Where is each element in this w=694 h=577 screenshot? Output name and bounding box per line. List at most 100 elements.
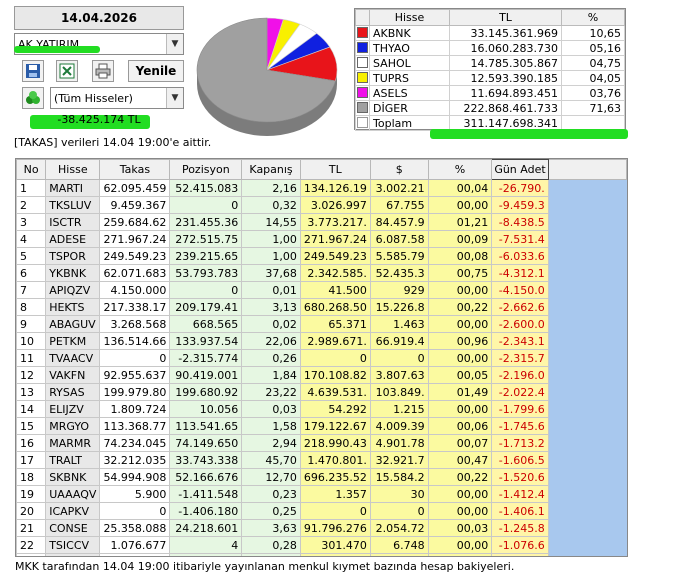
chevron-down-icon[interactable]: ▼: [166, 34, 183, 54]
table-row[interactable]: 20 ICAPKV 0 -1.406.180 0,25 0 0 00,00 -1.406.1: [16, 502, 627, 520]
table-row[interactable]: 19 UAAAQV 5.900 -1.411.548 0,23 1.357 30 00,00-…: [16, 485, 627, 503]
summary-row[interactable]: THYAO 16.060.283.730 05,16: [355, 40, 625, 56]
refresh-button[interactable]: Yenile: [128, 60, 184, 82]
row-kapanis: 14,55: [241, 213, 301, 231]
summary-row[interactable]: TUPRS 12.593.390.185 04,05: [355, 70, 625, 86]
row-hisse: YKBNK: [45, 264, 101, 282]
row-gun-adet: -4.150.0: [491, 281, 549, 299]
row-hisse: ADESE: [45, 230, 101, 248]
save-button[interactable]: [22, 60, 44, 82]
row-gun-adet: -4.312.1: [491, 264, 549, 282]
summary-tl: 14.785.305.867: [449, 55, 562, 71]
table-row[interactable]: 13 RYSAS 199.979.80 199.680.92 23,22 4.639.53…: [16, 383, 627, 401]
row-gun-adet: -2.662.6: [491, 298, 549, 316]
table-row[interactable]: 2 TKSLUV 9.459.367 0 0,32 3.026.997 67.755 00,0…: [16, 196, 627, 214]
summary-pct: 05,16: [561, 40, 625, 56]
table-row[interactable]: 3 ISCTR 259.684.62 231.455.36 14,55 3.773.217…: [16, 213, 627, 231]
row-spacer: [547, 366, 627, 384]
row-pct: 00,00: [427, 485, 493, 503]
grid-header-kapanis[interactable]: Kapanış: [241, 159, 301, 180]
row-kapanis: 3,13: [241, 298, 301, 316]
row-tl: 271.967.24: [299, 230, 371, 248]
summary-row[interactable]: ASELS 11.694.893.451 03,76: [355, 85, 625, 101]
row-tl: 218.990.43: [299, 434, 371, 452]
row-takas: 0: [99, 349, 171, 367]
grid-header-takas[interactable]: Takas: [99, 159, 171, 180]
grid-header-usd[interactable]: $: [369, 159, 429, 180]
row-takas: 217.338.17: [99, 298, 171, 316]
grid-header-gun-adet[interactable]: Gün Adet: [491, 159, 549, 180]
row-pozisyon: 24.218.601: [169, 519, 243, 537]
table-row[interactable]: 1 MARTI 62.095.459 52.415.083 2,16 134.126.19…: [16, 179, 627, 197]
grid-header-no[interactable]: No: [16, 159, 47, 180]
row-kapanis: 12,70: [241, 468, 301, 486]
row-pct: 00,22: [427, 468, 493, 486]
table-row[interactable]: 15 MRGYO 113.368.77 113.541.65 1,58 179.122.6…: [16, 417, 627, 435]
summary-row[interactable]: DİGER 222.868.461.733 71,63: [355, 100, 625, 116]
table-row[interactable]: 7 APIQZV 4.150.000 0 0,01 41.500 929 00,00 -4.15…: [16, 281, 627, 299]
excel-button[interactable]: [56, 60, 78, 82]
row-spacer: [547, 417, 627, 435]
filter-select[interactable]: (Tüm Hisseler) ▼: [50, 87, 184, 109]
row-takas: 5.900: [99, 485, 171, 503]
row-pct: 00,09: [427, 230, 493, 248]
table-row[interactable]: 23UA1BEV1.002.42900,0110.02422400,00-1.0…: [16, 553, 627, 556]
summary-swatch: [355, 55, 370, 71]
grid-header-pct[interactable]: %: [427, 159, 493, 180]
table-row[interactable]: 17 TRALT 32.212.035 33.743.338 45,70 1.470.80…: [16, 451, 627, 469]
row-hisse: TSPOR: [45, 247, 101, 265]
row-tl: 696.235.52: [299, 468, 371, 486]
row-pozisyon: 74.149.650: [169, 434, 243, 452]
stocks-button[interactable]: [22, 87, 44, 109]
row-tl: 1.470.801.: [299, 451, 371, 469]
table-row[interactable]: 18 SKBNK 54.994.908 52.166.676 12,70 696.235.…: [16, 468, 627, 486]
row-spacer: [547, 349, 627, 367]
takas-grid[interactable]: No Hisse Takas Pozisyon Kapanış TL $ % G…: [15, 158, 628, 557]
highlight-mark: [14, 46, 100, 53]
summary-row[interactable]: SAHOL 14.785.305.867 04,75: [355, 55, 625, 71]
row-gun-adet: -1.076.6: [491, 536, 549, 554]
table-row[interactable]: 12 VAKFN 92.955.637 90.419.001 1,84 170.108.8…: [16, 366, 627, 384]
row-tl: 179.122.67: [299, 417, 371, 435]
row-kapanis: 45,70: [241, 451, 301, 469]
table-row[interactable]: 11 TVAACV 0 -2.315.774 0,26 0 0 00,00 -2.315.7: [16, 349, 627, 367]
row-kapanis: 1,58: [241, 417, 301, 435]
row-pct: 00,04: [427, 179, 493, 197]
table-row[interactable]: 8 HEKTS 217.338.17 209.179.41 3,13 680.268.50…: [16, 298, 627, 316]
table-row[interactable]: 6 YKBNK 62.071.683 53.793.783 37,68 2.342.585…: [16, 264, 627, 282]
summary-tl: 12.593.390.185: [449, 70, 562, 86]
row-takas: 199.979.80: [99, 383, 171, 401]
row-pozisyon: 199.680.92: [169, 383, 243, 401]
grid-header-hisse[interactable]: Hisse: [45, 159, 101, 180]
row-kapanis: 0,25: [241, 502, 301, 520]
grid-header-pozisyon[interactable]: Pozisyon: [169, 159, 243, 180]
table-row[interactable]: 9 ABAGUV 3.268.568 668.565 0,02 65.371 1.463 00…: [16, 315, 627, 333]
row-hisse: HEKTS: [45, 298, 101, 316]
row-spacer: [547, 536, 627, 554]
table-row[interactable]: 22 TSICCV 1.076.677 4 0,28 301.470 6.748 00,00-…: [16, 536, 627, 554]
row-takas: 271.967.24: [99, 230, 171, 248]
table-row[interactable]: 4 ADESE 271.967.24 272.515.75 1,00 271.967.24…: [16, 230, 627, 248]
row-pozisyon: 53.793.783: [169, 264, 243, 282]
table-row[interactable]: 10 PETKM 136.514.66 133.937.54 22,06 2.989.67…: [16, 332, 627, 350]
table-row[interactable]: 5 TSPOR 249.549.23 239.215.65 1,00 249.549.23…: [16, 247, 627, 265]
row-pozisyon: 4: [169, 536, 243, 554]
summary-header-hisse: Hisse: [369, 9, 450, 26]
print-button[interactable]: [92, 60, 114, 82]
summary-header-row: Hisse TL %: [355, 9, 625, 26]
row-takas: 54.994.908: [99, 468, 171, 486]
highlight-mark: [430, 129, 628, 139]
summary-row[interactable]: AKBNK 33.145.361.969 10,65: [355, 25, 625, 41]
row-kapanis: 0,28: [241, 536, 301, 554]
row-pozisyon: 239.215.65: [169, 247, 243, 265]
row-no: 12: [16, 366, 47, 384]
table-row[interactable]: 14 ELIJZV 1.809.724 10.056 0,03 54.292 1.215 00…: [16, 400, 627, 418]
row-gun-adet: -1.799.6: [491, 400, 549, 418]
date-label: 14.04.2026: [14, 6, 184, 30]
table-row[interactable]: 21 CONSE 25.358.088 24.218.601 3,63 91.796.27…: [16, 519, 627, 537]
chevron-down-icon[interactable]: ▼: [166, 88, 183, 108]
row-gun-adet: -1.002.4: [491, 553, 549, 556]
row-takas: 62.095.459: [99, 179, 171, 197]
grid-header-tl[interactable]: TL: [299, 159, 371, 180]
table-row[interactable]: 16 MARMR 74.234.045 74.149.650 2,94 218.990.4…: [16, 434, 627, 452]
